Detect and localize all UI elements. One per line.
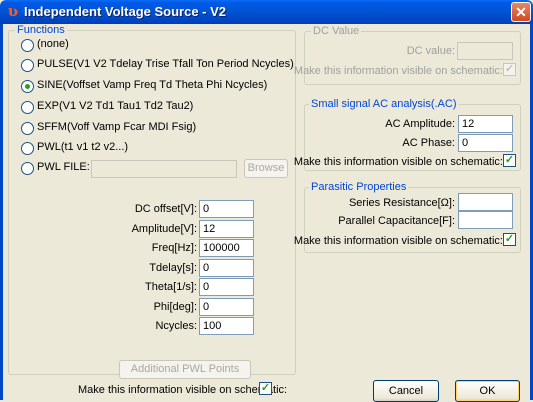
param-label-tdelay: Tdelay[s]: [149, 262, 197, 274]
ac-amplitude-input[interactable]: 12 [458, 115, 513, 133]
radio-button[interactable] [21, 122, 34, 135]
ac-visible-checkbox[interactable]: ✓ [503, 154, 516, 167]
dc-visible-label: Make this information visible on schemat… [293, 65, 503, 77]
ac-analysis-legend: Small signal AC analysis(.AC) [309, 98, 459, 110]
amplitude-input[interactable]: 12 [199, 220, 254, 238]
series-resistance-label: Series Resistance[Ω]: [348, 197, 455, 209]
param-label-amplitude: Amplitude[V]: [131, 223, 197, 235]
ac-phase-input[interactable]: 0 [458, 134, 513, 152]
theta-input[interactable]: 0 [199, 278, 254, 296]
additional-pwl-points-button[interactable]: Additional PWL Points [119, 360, 251, 379]
cancel-button[interactable]: Cancel [373, 380, 439, 402]
functions-visible-label: Make this information visible on schemat… [78, 384, 288, 396]
functions-visible-checkbox[interactable]: ✓ [259, 382, 272, 395]
functions-legend: Functions [15, 24, 67, 36]
radio-button[interactable] [21, 59, 34, 72]
dc-value-label: DC value: [406, 45, 455, 57]
close-icon: ✕ [515, 4, 527, 20]
dc-value-legend: DC Value [311, 25, 362, 37]
radio-label: EXP(V1 V2 Td1 Tau1 Td2 Tau2) [37, 100, 194, 112]
parasitic-visible-label: Make this information visible on schemat… [293, 235, 503, 247]
pwl-file-input[interactable] [91, 160, 237, 178]
source-icon: ʋ [7, 2, 19, 20]
parallel-capacitance-label: Parallel Capacitance[F]: [338, 215, 455, 227]
radio-label: SINE(Voffset Vamp Freq Td Theta Phi Ncyc… [37, 79, 268, 91]
phi-input[interactable]: 0 [199, 298, 254, 316]
dc-visible-checkbox[interactable]: ✓ [503, 63, 516, 76]
ok-button[interactable]: OK [455, 380, 520, 402]
param-label-freq: Freq[Hz]: [151, 242, 197, 254]
close-button[interactable]: ✕ [511, 2, 531, 22]
parasitic-visible-checkbox[interactable]: ✓ [503, 233, 516, 246]
radio-button[interactable] [21, 162, 34, 175]
browse-button[interactable]: Browse [244, 159, 288, 178]
ac-amplitude-label: AC Amplitude: [385, 118, 455, 130]
radio-label: (none) [37, 38, 69, 50]
radio-label: SFFM(Voff Vamp Fcar MDI Fsig) [37, 121, 197, 133]
title-bar: ʋ Independent Voltage Source - V2 ✕ [0, 0, 533, 24]
ncycles-input[interactable]: 100 [199, 317, 254, 335]
tdelay-input[interactable]: 0 [199, 259, 254, 277]
radio-label: PWL FILE: [37, 161, 90, 173]
window-frame-left [0, 24, 3, 400]
radio-button[interactable] [21, 80, 34, 93]
parallel-capacitance-input[interactable] [458, 211, 513, 229]
parasitic-legend: Parasitic Properties [309, 181, 409, 193]
param-label-ncycles: Ncycles: [155, 320, 197, 332]
ac-phase-label: AC Phase: [402, 137, 455, 149]
dc-offset-input[interactable]: 0 [199, 200, 254, 218]
radio-label: PULSE(V1 V2 Tdelay Trise Tfall Ton Perio… [37, 58, 294, 70]
ac-visible-label: Make this information visible on schemat… [293, 156, 503, 168]
param-label-phi: Phi[deg]: [153, 301, 197, 313]
param-label-theta: Theta[1/s]: [145, 281, 197, 293]
radio-button[interactable] [21, 142, 34, 155]
radio-label: PWL(t1 v1 t2 v2...) [37, 141, 129, 153]
dc-value-input[interactable] [457, 42, 513, 60]
window-title: Independent Voltage Source - V2 [24, 4, 227, 19]
series-resistance-input[interactable] [458, 193, 513, 211]
radio-button[interactable] [21, 39, 34, 52]
param-label-dc-offset: DC offset[V]: [134, 203, 197, 215]
radio-button[interactable] [21, 101, 34, 114]
freq-input[interactable]: 100000 [199, 239, 254, 257]
